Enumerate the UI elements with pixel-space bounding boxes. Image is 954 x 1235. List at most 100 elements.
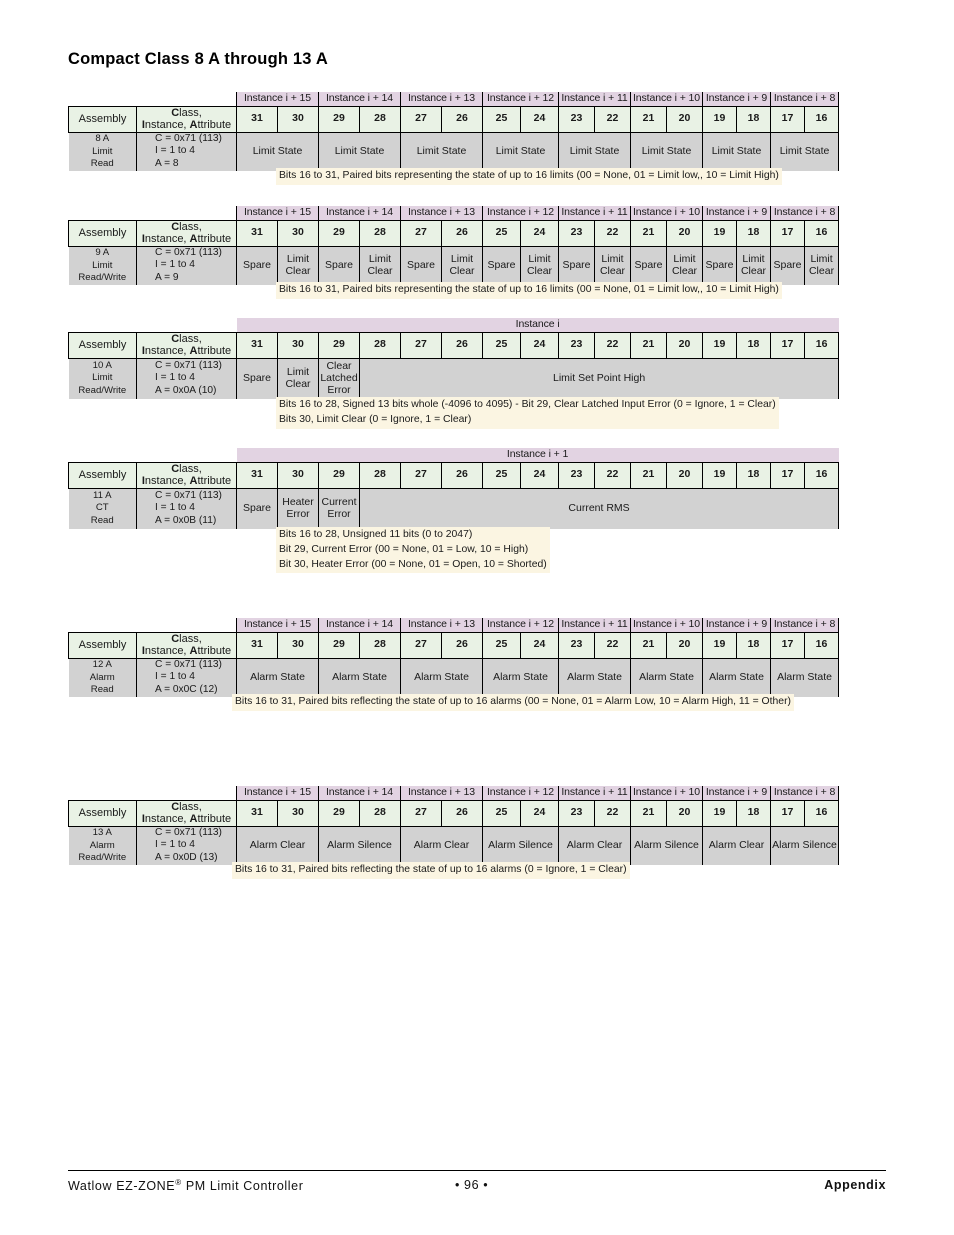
instance-label: Instance i + 13	[400, 786, 483, 801]
instance-label: Instance i + 13	[400, 206, 483, 221]
footer-brand-text: Watlow EZ-ZONE	[68, 1179, 176, 1194]
register-table-9a: Instance i + 15 Instance i + 14 Instance i…	[68, 206, 840, 285]
register-field-cell: Current Error	[318, 488, 360, 529]
register-field-cell: Limit Clear	[666, 246, 703, 285]
instance-label: Instance i + 9	[701, 618, 772, 633]
instance-label: Instance i + 14	[318, 618, 401, 633]
instance-label: Instance i	[236, 318, 839, 333]
bit-number-cell: 26	[441, 800, 483, 827]
bit-number-cell: 27	[400, 332, 442, 359]
bit-number-cell: 19	[702, 106, 737, 133]
class-instance-attribute-cell: C = 0x71 (113) I = 1 to 4A = 0x0A (10)	[136, 358, 237, 399]
instance-label: Instance i + 13	[400, 618, 483, 633]
register-field-cell: Alarm Clear	[558, 826, 631, 865]
register-field-cell: Limit Clear	[441, 246, 483, 285]
instance-band-spacer	[69, 318, 237, 333]
instance-label: Instance i + 9	[701, 92, 772, 107]
class-instance-attribute-column-header: Class, Instance, Attribute	[136, 332, 237, 359]
register-field-cell: Spare	[630, 246, 667, 285]
assembly-descriptor-cell: 13 A Alarm Read/Write	[68, 826, 137, 865]
bit-number-cell: 22	[594, 332, 631, 359]
instance-label: Instance i + 11	[558, 206, 631, 221]
class-instance-attribute-column-header: Class, Instance, Attribute	[136, 220, 237, 247]
bit-number-cell: 21	[630, 800, 667, 827]
instance-label: Instance i + 14	[318, 206, 401, 221]
register-body-row: 10 A Limit Read/Write C = 0x71 (113) I = 1 t…	[68, 358, 840, 399]
bit-number-cell: 23	[558, 462, 595, 489]
register-field-cell: Spare	[702, 246, 737, 285]
assembly-column-header: Assembly	[68, 220, 137, 247]
class-instance-attribute-cell: C = 0x71 (113) I = 1 to 4A = 8	[136, 132, 237, 171]
class-instance-attribute-cell: C = 0x71 (113) I = 1 to 4A = 0x0D (13)	[136, 826, 237, 865]
bit-number-cell: 16	[804, 106, 840, 133]
bit-number-cell: 26	[441, 462, 483, 489]
register-note: Bits 16 to 28, Signed 13 bits whole (-40…	[276, 397, 779, 429]
register-field-cell: Alarm State	[558, 658, 631, 697]
register-field-cell: Limit Clear	[359, 246, 401, 285]
instance-label: Instance i + 14	[318, 786, 401, 801]
instance-header-row: Instance i + 15 Instance i + 14 Instance i…	[69, 618, 840, 633]
bit-number-cell: 27	[400, 800, 442, 827]
bit-number-cell: 18	[735, 632, 772, 659]
instance-header-row: Instance i + 1	[69, 448, 839, 463]
bit-number-cell: 31	[236, 220, 278, 247]
register-body-row: 11 A CT Read C = 0x71 (113) I = 1 to 4A = 0x…	[68, 488, 840, 529]
instance-header-row: Instance i + 15 Instance i + 14 Instance i…	[69, 206, 840, 221]
register-field-cell: Limit State	[482, 132, 559, 171]
bit-number-cell: 22	[594, 462, 631, 489]
instance-band-spacer	[69, 92, 237, 107]
instance-label: Instance i + 14	[318, 92, 401, 107]
register-note: Bits 16 to 28, Unsigned 11 bits (0 to 20…	[276, 527, 550, 574]
bit-number-cell: 24	[520, 106, 559, 133]
register-field-cell: Limit State	[318, 132, 401, 171]
bit-number-cell: 27	[400, 632, 442, 659]
class-instance-attribute-column-header: Class, Instance, Attribute	[136, 462, 237, 489]
bit-number-cell: 28	[359, 106, 401, 133]
bit-number-cell: 30	[277, 332, 319, 359]
register-note: Bits 16 to 31, Paired bits reflecting th…	[232, 694, 795, 711]
register-field-cell: Alarm Clear	[236, 826, 319, 865]
register-note: Bits 16 to 31, Paired bits representing …	[276, 168, 782, 185]
register-field-cell: Spare	[236, 488, 278, 529]
bit-number-cell: 24	[520, 800, 559, 827]
instance-header-row: Instance i + 15 Instance i + 14 Instance i…	[69, 92, 840, 107]
bit-number-cell: 17	[770, 106, 806, 133]
bit-number-cell: 18	[735, 220, 772, 247]
bit-number-cell: 20	[666, 462, 703, 489]
bit-number-cell: 22	[594, 106, 631, 133]
instance-label: Instance i + 11	[558, 618, 631, 633]
register-note-line: Bits 16 to 31, Paired bits representing …	[279, 170, 779, 181]
bit-number-cell: 21	[630, 106, 667, 133]
bit-number-row: Assembly Class, Instance, Attribute 31 30 29 2…	[68, 800, 840, 827]
bit-number-cell: 16	[803, 462, 840, 489]
register-note: Bits 16 to 31, Paired bits representing …	[276, 282, 782, 299]
assembly-descriptor-cell: 10 A Limit Read/Write	[68, 358, 137, 399]
assembly-descriptor-cell: 8 A Limit Read	[68, 132, 137, 171]
bit-number-cell: 30	[277, 632, 319, 659]
instance-label: Instance i + 10	[630, 92, 703, 107]
bit-number-cell: 25	[482, 332, 521, 359]
bit-number-cell: 30	[277, 220, 319, 247]
bit-number-cell: 23	[558, 800, 595, 827]
page-title: Compact Class 8 A through 13 A	[68, 50, 328, 68]
assembly-column-header: Assembly	[68, 800, 137, 827]
bit-number-cell: 23	[558, 220, 595, 247]
instance-label: Instance i + 12	[482, 206, 559, 221]
register-field-cell: Alarm Silence	[318, 826, 401, 865]
register-field-cell: Spare	[558, 246, 595, 285]
instance-label: Instance i + 12	[482, 618, 559, 633]
bit-number-cell: 16	[804, 632, 840, 659]
footer-page-number: • 96 •	[455, 1178, 489, 1192]
bit-number-cell: 31	[236, 800, 278, 827]
footer-section-name: Appendix	[824, 1178, 886, 1192]
instance-label: Instance i + 13	[400, 92, 483, 107]
instance-label: Instance i + 12	[482, 92, 559, 107]
register-field-cell: Alarm Silence	[770, 826, 840, 865]
bit-number-cell: 27	[400, 462, 442, 489]
register-field-cell: Alarm State	[236, 658, 319, 697]
register-field-cell: Limit Clear	[594, 246, 631, 285]
document-page: Compact Class 8 A through 13 A Instance …	[0, 0, 954, 1235]
bit-number-cell: 16	[803, 332, 840, 359]
register-body-row: 8 A Limit Read C = 0x71 (113) I = 1 to 4A = …	[68, 132, 840, 171]
bit-number-cell: 18	[736, 462, 771, 489]
